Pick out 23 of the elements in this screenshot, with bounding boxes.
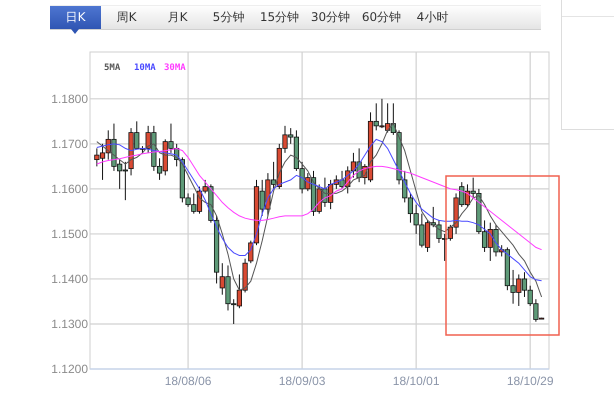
legend-label: 5MA	[104, 63, 120, 73]
axis-tick-label: 1.1500	[51, 226, 88, 241]
axis-tick-label: 1.1400	[51, 272, 88, 286]
period-tab[interactable]: 4小时	[407, 6, 458, 29]
legend-label: 10MA	[134, 63, 156, 73]
axis-tick-label: 18/09/03	[278, 374, 326, 388]
period-tab[interactable]: 30分钟	[305, 6, 356, 29]
period-tab[interactable]: 周K	[101, 6, 152, 29]
tab-pointer-icon	[71, 29, 79, 34]
period-tab[interactable]: 日K	[50, 6, 101, 29]
axis-tick-label: 1.1600	[51, 182, 88, 196]
period-tab[interactable]: 月K	[152, 6, 203, 29]
period-tab[interactable]: 15分钟	[254, 6, 305, 29]
axis-tick-label: 18/10/01	[392, 374, 440, 388]
axis-tick-label: 1.1200	[51, 362, 88, 376]
period-tab[interactable]: 60分钟	[356, 6, 407, 29]
axis-tick-label: 1.1700	[51, 136, 88, 151]
axis-tick-label: 1.1800	[51, 92, 88, 106]
axis-tick-label: 18/08/06	[164, 374, 212, 388]
legend-label: 30MA	[164, 63, 186, 73]
axis-tick-label: 18/10/29	[506, 374, 554, 388]
period-tab[interactable]: 5分钟	[203, 6, 254, 29]
axis-tick-label: 1.1300	[51, 316, 88, 331]
